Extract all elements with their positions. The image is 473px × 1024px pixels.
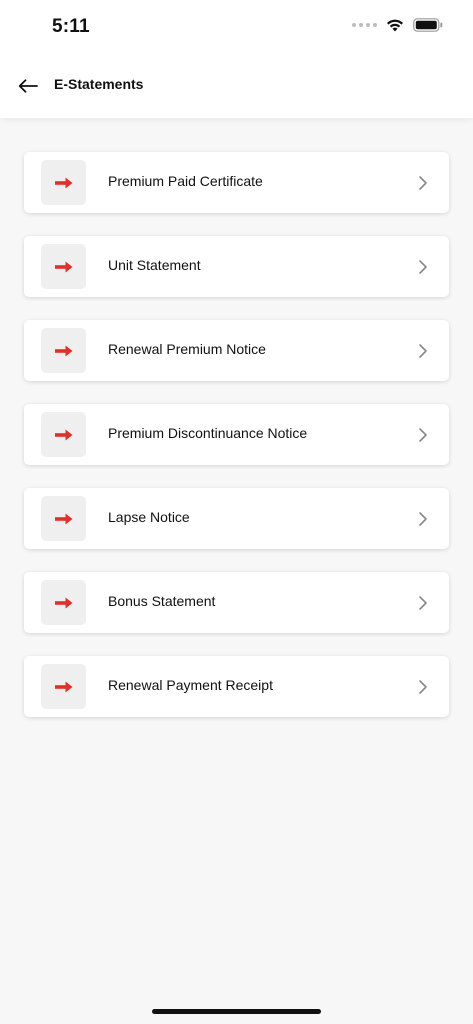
list-item-label: Premium Paid Certificate xyxy=(108,173,263,189)
page-title: E-Statements xyxy=(54,76,144,92)
item-icon-tile xyxy=(41,244,86,289)
list-item[interactable]: Premium Paid Certificate xyxy=(24,152,449,213)
chevron-right-icon xyxy=(419,512,427,526)
list-item[interactable]: Lapse Notice xyxy=(24,488,449,549)
list-item-label: Unit Statement xyxy=(108,257,201,273)
list-item-label: Renewal Premium Notice xyxy=(108,341,266,357)
arrow-right-icon xyxy=(54,597,72,608)
list-item-label: Lapse Notice xyxy=(108,509,190,525)
list-item[interactable]: Renewal Premium Notice xyxy=(24,320,449,381)
list-item-label: Bonus Statement xyxy=(108,593,216,609)
arrow-left-icon xyxy=(18,79,38,93)
status-time: 5:11 xyxy=(52,16,90,37)
statement-list: Premium Paid Certificate Unit Statement xyxy=(24,152,449,740)
screen: 5:11 E-Statements Premium Paid Certifica… xyxy=(0,0,473,1024)
header: E-Statements xyxy=(0,64,473,108)
chevron-right-icon xyxy=(419,428,427,442)
item-icon-tile xyxy=(41,412,86,457)
chevron-right-icon xyxy=(419,176,427,190)
chevron-right-icon xyxy=(419,596,427,610)
item-icon-tile xyxy=(41,580,86,625)
battery-icon xyxy=(413,18,443,32)
item-icon-tile xyxy=(41,328,86,373)
chevron-right-icon xyxy=(419,680,427,694)
list-item[interactable]: Premium Discontinuance Notice xyxy=(24,404,449,465)
list-item-label: Renewal Payment Receipt xyxy=(108,677,273,693)
item-icon-tile xyxy=(41,664,86,709)
cellular-signal-icon xyxy=(352,23,377,27)
arrow-right-icon xyxy=(54,345,72,356)
list-item[interactable]: Renewal Payment Receipt xyxy=(24,656,449,717)
arrow-right-icon xyxy=(54,261,72,272)
item-icon-tile xyxy=(41,496,86,541)
list-item-label: Premium Discontinuance Notice xyxy=(108,425,308,441)
chevron-right-icon xyxy=(419,344,427,358)
back-button[interactable] xyxy=(14,72,42,100)
top-bar: 5:11 E-Statements xyxy=(0,0,473,118)
home-indicator[interactable] xyxy=(152,1009,321,1014)
arrow-right-icon xyxy=(54,429,72,440)
status-indicators xyxy=(352,18,443,32)
item-icon-tile xyxy=(41,160,86,205)
wifi-icon xyxy=(386,18,404,32)
chevron-right-icon xyxy=(419,260,427,274)
arrow-right-icon xyxy=(54,681,72,692)
arrow-right-icon xyxy=(54,177,72,188)
arrow-right-icon xyxy=(54,513,72,524)
list-item[interactable]: Unit Statement xyxy=(24,236,449,297)
list-item[interactable]: Bonus Statement xyxy=(24,572,449,633)
